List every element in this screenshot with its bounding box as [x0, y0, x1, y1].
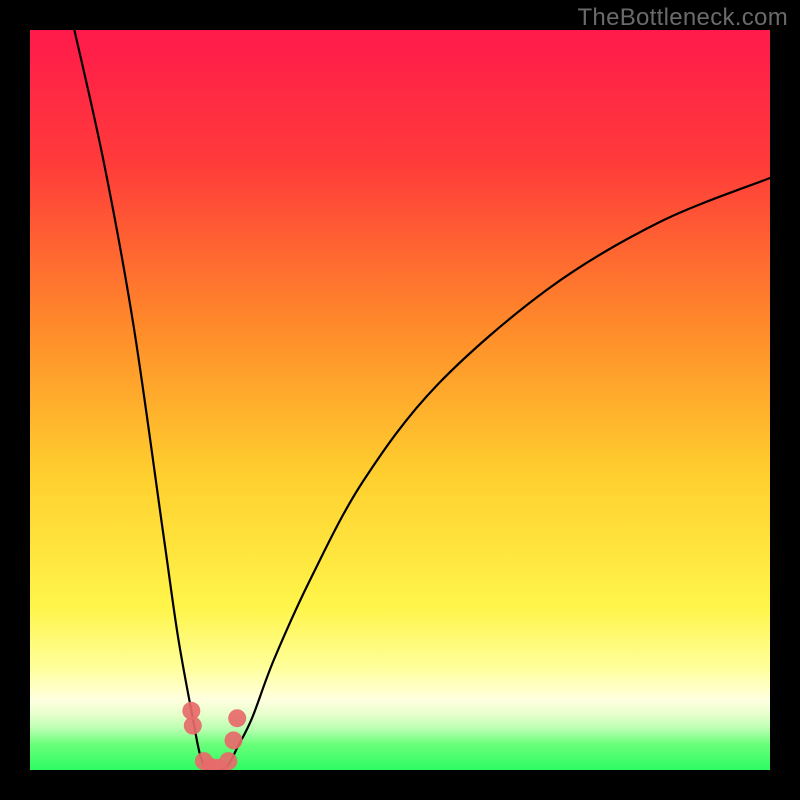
- marker-dot: [219, 752, 237, 770]
- watermark-text: TheBottleneck.com: [577, 4, 788, 32]
- outer-frame: TheBottleneck.com: [0, 0, 800, 800]
- chart-svg: [30, 30, 770, 770]
- marker-dot: [228, 709, 246, 727]
- chart-plot-area: [30, 30, 770, 770]
- gradient-background: [30, 30, 770, 770]
- marker-dot: [225, 731, 243, 749]
- marker-dot: [184, 717, 202, 735]
